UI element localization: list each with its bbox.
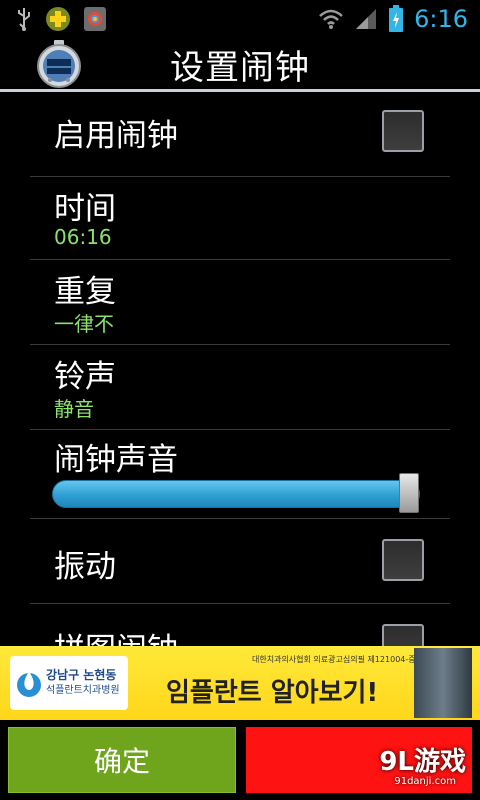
setting-label: 铃声 [54, 359, 116, 395]
volume-slider-thumb[interactable] [399, 473, 419, 513]
ad-banner[interactable]: 강남구 논현동 석플란트치과병원 대한치과의사협회 의료광고심의필 제12100… [0, 646, 480, 720]
setting-ringtone[interactable]: 铃声 静音 [30, 345, 450, 430]
status-time: 6:16 [414, 5, 468, 33]
ad-logo-line1: 강남구 논현동 [46, 668, 117, 682]
water-drop-icon [16, 667, 42, 699]
setting-label: 重复 [54, 274, 116, 310]
setting-value: 静音 [54, 397, 94, 421]
setting-label: 振动 [54, 549, 116, 585]
ad-building-image [414, 648, 472, 718]
setting-label: 启用闹钟 [54, 118, 178, 154]
setting-alarm-volume: 闹钟声音 [30, 430, 450, 519]
wifi-icon [318, 8, 344, 30]
signal-icon [354, 7, 378, 31]
battery-icon [388, 5, 404, 33]
stopwatch-app-icon [34, 40, 84, 88]
settings-list: 启用闹钟 时间 06:16 重复 一律不 铃声 静音 闹钟声音 振动 拼图闹钟 [0, 92, 480, 688]
site-watermark: 9L游戏 91danji.com [378, 748, 480, 800]
setting-repeat[interactable]: 重复 一律不 [30, 260, 450, 345]
gallery-icon [82, 5, 108, 33]
ad-headline: 임플란트 알아보기! [166, 678, 379, 708]
ad-logo: 강남구 논현동 석플란트치과병원 [10, 656, 128, 710]
setting-vibrate[interactable]: 振动 [30, 519, 450, 604]
setting-enable-alarm[interactable]: 启用闹钟 [30, 92, 450, 177]
setting-label: 时间 [54, 191, 116, 227]
volume-slider[interactable] [52, 473, 420, 513]
ad-logo-line2: 석플란트치과병원 [46, 685, 120, 696]
setting-label: 闹钟声音 [54, 442, 178, 478]
usb-icon [14, 6, 34, 32]
setting-value: 06:16 [54, 225, 112, 249]
confirm-button[interactable]: 确定 [8, 727, 236, 793]
enable-alarm-checkbox[interactable] [382, 110, 424, 152]
watermark-url: 91danji.com [394, 776, 456, 787]
watermark-logo: 9L游戏 [379, 747, 466, 777]
status-bar: 6:16 [0, 0, 480, 38]
status-bar-notifications [0, 5, 108, 33]
plus-app-icon [44, 5, 72, 33]
vibrate-checkbox[interactable] [382, 539, 424, 581]
status-bar-system: 6:16 [318, 5, 480, 33]
title-bar: 设置闹钟 [0, 38, 480, 90]
setting-time[interactable]: 时间 06:16 [30, 177, 450, 260]
setting-value: 一律不 [54, 312, 114, 336]
